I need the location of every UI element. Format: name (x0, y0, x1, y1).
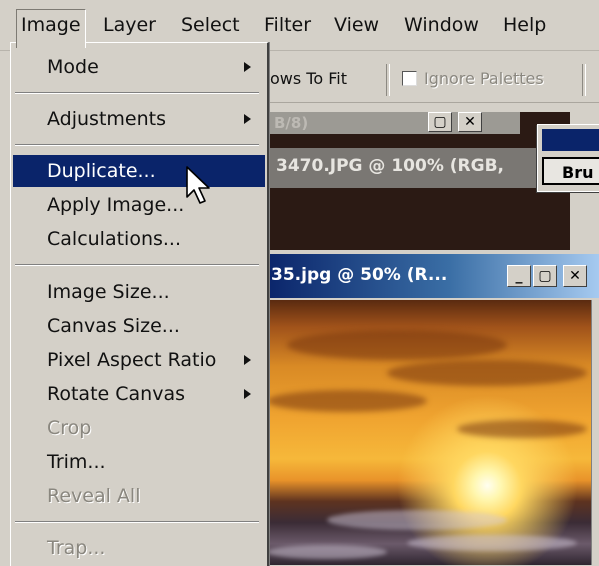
image-menu-dropdown: Mode Adjustments Duplicate... Apply Imag… (10, 42, 269, 566)
ignore-palettes-label: Ignore Palettes (424, 69, 544, 88)
menu-filter[interactable]: Filter (260, 10, 315, 40)
menu-item-crop: Crop (13, 412, 265, 444)
submenu-arrow-icon (244, 355, 251, 365)
menu-separator (15, 144, 259, 146)
menu-item-canvas-size[interactable]: Canvas Size... (13, 310, 265, 342)
minimize-button[interactable]: _ (507, 265, 531, 287)
menu-separator (15, 264, 259, 266)
ignore-palettes-option[interactable]: Ignore Palettes (402, 56, 544, 102)
back-window-title: B/8) (274, 114, 309, 132)
toolbar-divider (386, 64, 390, 96)
menu-view[interactable]: View (330, 10, 383, 40)
menu-item-label: Calculations... (47, 228, 182, 250)
menu-window[interactable]: Window (400, 10, 483, 40)
back-window-titlebar[interactable]: B/8) ▢ ✕ (270, 112, 520, 134)
document-title: 3470.JPG @ 100% (RGB, (276, 156, 505, 176)
close-button[interactable]: ✕ (563, 265, 587, 287)
menu-help[interactable]: Help (499, 10, 550, 40)
sunset-image (267, 300, 591, 565)
menu-item-label: Pixel Aspect Ratio (47, 349, 217, 371)
options-bar: ows To Fit Ignore Palettes (270, 56, 599, 103)
menu-item-image-size[interactable]: Image Size... (13, 276, 265, 308)
submenu-arrow-icon (244, 389, 251, 399)
fit-windows-button[interactable]: ows To Fit (270, 56, 347, 102)
menu-item-label: Duplicate... (47, 160, 156, 182)
palette-titlebar[interactable] (542, 129, 599, 151)
mouse-pointer-icon (186, 166, 210, 204)
menu-select[interactable]: Select (177, 10, 244, 40)
document-title: 35.jpg @ 50% (R... (271, 265, 448, 285)
submenu-arrow-icon (244, 62, 251, 72)
menu-item-duplicate[interactable]: Duplicate... (13, 155, 265, 187)
palette-tab-brushes[interactable]: Bru (542, 157, 599, 185)
submenu-arrow-icon (244, 114, 251, 124)
menu-item-calculations[interactable]: Calculations... (13, 223, 265, 255)
document-window-front: 35.jpg @ 50% (R... _ ▢ ✕ (265, 250, 599, 565)
menu-item-label: Canvas Size... (47, 315, 180, 337)
back-maximize-button[interactable]: ▢ (428, 112, 452, 132)
menu-item-adjustments[interactable]: Adjustments (13, 103, 265, 135)
menu-item-trap: Trap... (13, 532, 265, 564)
menu-item-label: Apply Image... (47, 194, 185, 216)
menu-separator (15, 521, 259, 523)
scrollbar[interactable] (591, 300, 599, 565)
menu-item-rotate-canvas[interactable]: Rotate Canvas (13, 378, 265, 410)
menu-item-label: Image Size... (47, 281, 170, 303)
menu-item-mode[interactable]: Mode (13, 51, 265, 83)
menu-item-trim[interactable]: Trim... (13, 446, 265, 478)
menu-item-label: Reveal All (47, 485, 141, 507)
menu-item-pixel-aspect-ratio[interactable]: Pixel Aspect Ratio (13, 344, 265, 376)
maximize-button[interactable]: ▢ (533, 265, 557, 287)
menu-item-label: Crop (47, 417, 92, 439)
menu-item-label: Trap... (47, 537, 106, 559)
document-titlebar[interactable]: 3470.JPG @ 100% (RGB, (270, 148, 570, 188)
menu-image[interactable]: Image (16, 9, 86, 48)
menu-item-apply-image[interactable]: Apply Image... (13, 189, 265, 221)
menu-separator (15, 92, 259, 94)
document-titlebar[interactable]: 35.jpg @ 50% (R... _ ▢ ✕ (265, 254, 599, 298)
menu-layer[interactable]: Layer (99, 10, 160, 40)
menu-item-label: Trim... (47, 451, 106, 473)
menu-item-label: Rotate Canvas (47, 383, 185, 405)
back-close-button[interactable]: ✕ (458, 112, 482, 132)
menu-item-label: Adjustments (47, 108, 166, 130)
ignore-palettes-checkbox[interactable] (402, 71, 417, 86)
document-window-back: B/8) ▢ ✕ 3470.JPG @ 100% (RGB, (270, 112, 570, 252)
toolbar-divider (582, 64, 586, 96)
brushes-palette: Bru (537, 124, 599, 192)
menu-item-reveal-all: Reveal All (13, 480, 265, 512)
menu-item-label: Mode (47, 56, 99, 78)
